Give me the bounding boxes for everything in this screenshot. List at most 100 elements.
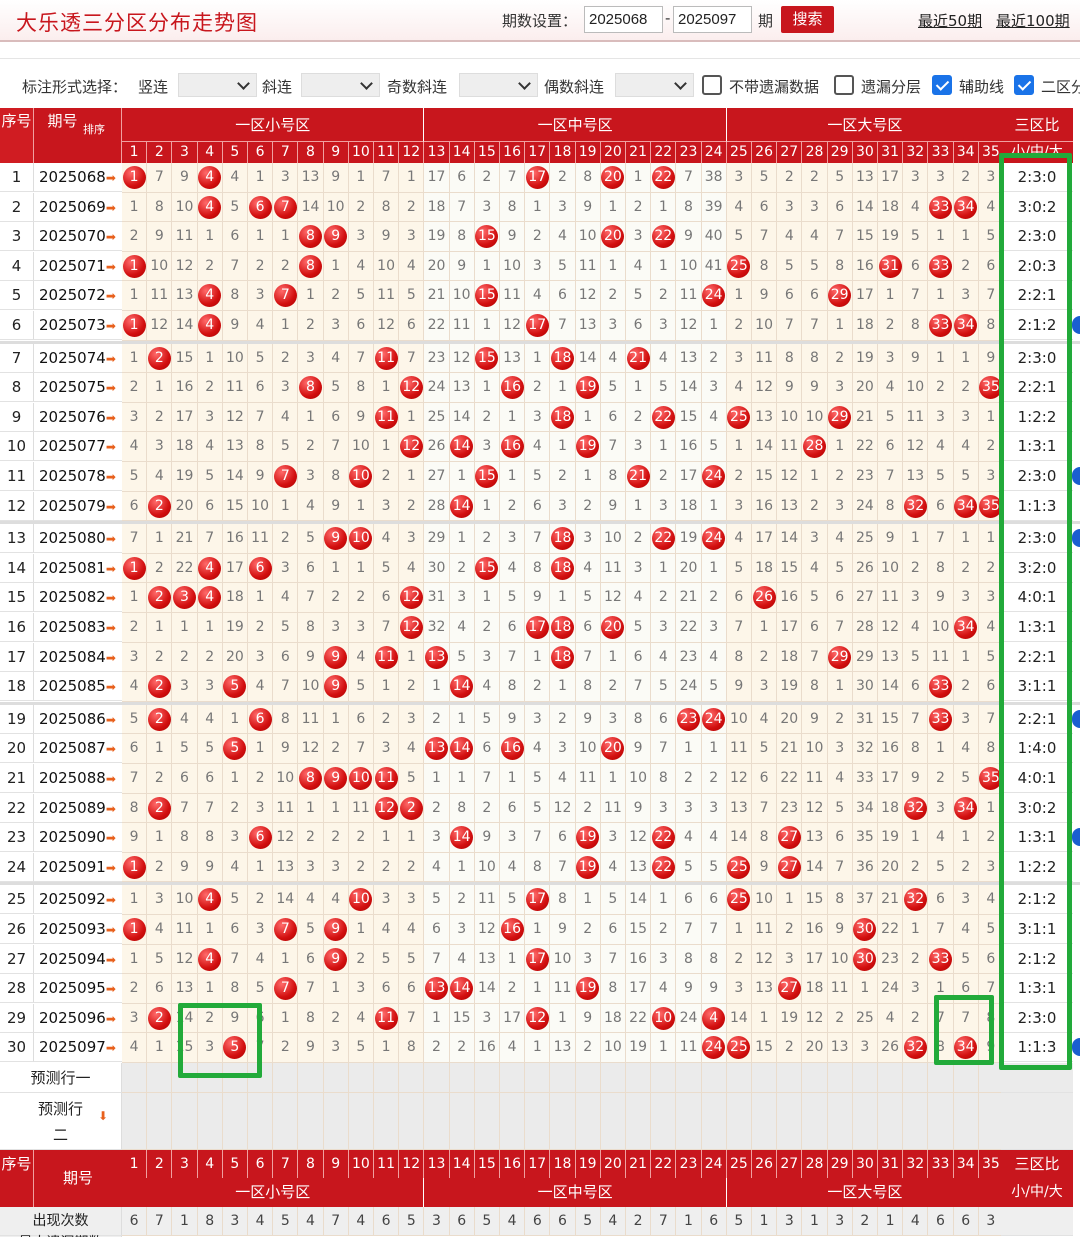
predict-cell[interactable] — [852, 1063, 878, 1093]
predict-cell[interactable] — [827, 1093, 853, 1150]
predict-cell[interactable] — [424, 1093, 450, 1150]
predict-cell[interactable] — [525, 1063, 551, 1093]
predict-cell[interactable] — [651, 1093, 677, 1150]
predict-cell[interactable] — [248, 1093, 274, 1150]
miss-count-cell: 1 — [122, 343, 148, 374]
winning-number-cell: 25 — [726, 1033, 752, 1063]
side-scroll-marker[interactable] — [1072, 828, 1080, 847]
no-miss-data-checkbox[interactable] — [702, 75, 722, 95]
side-scroll-marker[interactable] — [1072, 529, 1080, 548]
predict-cell[interactable] — [953, 1093, 979, 1150]
predict-cell[interactable] — [726, 1093, 752, 1150]
predict-cell[interactable] — [474, 1063, 500, 1093]
predict-cell[interactable] — [676, 1093, 702, 1150]
search-button[interactable]: 搜索 — [781, 6, 834, 33]
predict-cell[interactable] — [626, 1093, 652, 1150]
winning-number-cell: 5 — [222, 672, 248, 702]
predict-cell[interactable] — [197, 1093, 223, 1150]
side-scroll-marker[interactable] — [1072, 709, 1080, 728]
predict-cell[interactable] — [651, 1063, 677, 1093]
predict-cell[interactable] — [903, 1093, 929, 1150]
predict-cell[interactable] — [802, 1093, 828, 1150]
predict-cell[interactable] — [122, 1093, 148, 1150]
predict-cell[interactable] — [802, 1063, 828, 1093]
predict-cell[interactable] — [298, 1063, 324, 1093]
predict-cell[interactable] — [600, 1093, 626, 1150]
winning-number-cell: 6 — [248, 823, 274, 853]
predict-cell[interactable] — [878, 1063, 904, 1093]
predict-cell[interactable] — [399, 1093, 425, 1150]
count-cell: 8 — [197, 1207, 223, 1236]
predict-cell[interactable] — [701, 1093, 727, 1150]
predict-cell[interactable] — [701, 1063, 727, 1093]
predict-cell[interactable] — [626, 1063, 652, 1093]
winning-ball: 1 — [122, 918, 146, 941]
predict-cell[interactable] — [852, 1093, 878, 1150]
predict-cell[interactable] — [726, 1063, 752, 1093]
predict-cell[interactable] — [323, 1063, 349, 1093]
predict-cell[interactable] — [752, 1063, 778, 1093]
predict-cell[interactable] — [953, 1063, 979, 1093]
predict-cell[interactable] — [172, 1093, 198, 1150]
predict-cell[interactable] — [575, 1063, 601, 1093]
winning-ball: 25 — [727, 855, 751, 879]
predict-cell[interactable] — [575, 1093, 601, 1150]
zone2-checkbox[interactable] — [1014, 75, 1034, 95]
period-to-input[interactable]: 2025097 — [673, 6, 752, 33]
predict-cell[interactable] — [500, 1093, 526, 1150]
predict-cell[interactable] — [676, 1063, 702, 1093]
odd-diagonal-select[interactable] — [459, 73, 538, 97]
predict-cell[interactable] — [222, 1093, 248, 1150]
predict-cell[interactable] — [122, 1063, 148, 1093]
predict-cell[interactable] — [903, 1063, 929, 1093]
miss-count-cell: 1 — [500, 462, 526, 492]
recent-100-link[interactable]: 最近100期 — [996, 10, 1070, 31]
miss-count-cell: 27 — [852, 583, 878, 613]
predict-cell[interactable] — [827, 1063, 853, 1093]
predict-cell[interactable] — [752, 1093, 778, 1150]
predict-cell[interactable] — [500, 1063, 526, 1093]
predict-cell[interactable] — [323, 1093, 349, 1150]
aux-line-checkbox[interactable] — [932, 75, 952, 95]
miss-layer-checkbox[interactable] — [834, 75, 854, 95]
predict-cell[interactable] — [348, 1063, 374, 1093]
predict-cell[interactable] — [399, 1063, 425, 1093]
predict-cell[interactable] — [600, 1063, 626, 1093]
ratio-footer-header: 三区比 — [1001, 1150, 1073, 1178]
predict-cell[interactable] — [147, 1063, 173, 1093]
issue-number: 2025069 — [39, 197, 106, 216]
predict-cell[interactable] — [550, 1093, 576, 1150]
even-diagonal-select[interactable] — [615, 73, 694, 97]
predict-cell[interactable] — [374, 1063, 400, 1093]
predict-cell[interactable] — [298, 1093, 324, 1150]
side-scroll-marker[interactable] — [1072, 1038, 1080, 1057]
predict-cell[interactable] — [777, 1093, 803, 1150]
predict-cell[interactable] — [449, 1093, 475, 1150]
period-from-input[interactable]: 2025068 — [584, 6, 663, 33]
predict-cell[interactable] — [374, 1093, 400, 1150]
predict-cell[interactable] — [928, 1093, 954, 1150]
predict-cell[interactable] — [273, 1093, 299, 1150]
predict-cell[interactable] — [449, 1063, 475, 1093]
predict-cell[interactable] — [928, 1063, 954, 1093]
recent-50-link[interactable]: 最近50期 — [918, 10, 982, 31]
diagonal-select[interactable] — [301, 73, 380, 97]
vertical-select[interactable] — [178, 73, 257, 97]
predict-cell[interactable] — [777, 1063, 803, 1093]
miss-count-cell: 13 — [172, 974, 198, 1004]
miss-count-cell: 5 — [777, 251, 803, 282]
issue-number: 2025078 — [39, 467, 106, 485]
predict-cell[interactable] — [474, 1093, 500, 1150]
predict-cell[interactable] — [273, 1063, 299, 1093]
sort-button[interactable]: 排序 — [80, 122, 108, 138]
side-scroll-marker[interactable] — [1072, 316, 1080, 334]
predict-cell[interactable] — [424, 1063, 450, 1093]
row-issue: 2025073➡ — [34, 311, 122, 340]
predict-cell[interactable] — [147, 1093, 173, 1150]
mark-style-label: 标注形式选择： — [22, 78, 128, 96]
predict-cell[interactable] — [348, 1093, 374, 1150]
predict-cell[interactable] — [550, 1063, 576, 1093]
side-scroll-marker[interactable] — [1072, 467, 1080, 485]
predict-cell[interactable] — [525, 1093, 551, 1150]
predict-cell[interactable] — [878, 1093, 904, 1150]
